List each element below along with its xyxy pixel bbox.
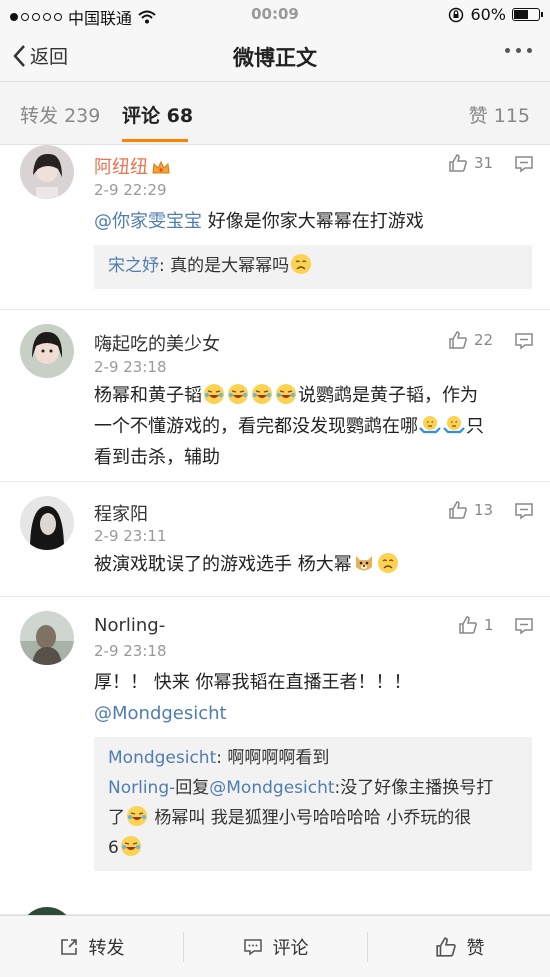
laugh-cry-icon <box>252 384 272 404</box>
mention-link[interactable]: @你家雯宝宝 <box>94 211 202 232</box>
thumbs-up-icon <box>459 616 477 634</box>
laugh-cry-icon <box>228 384 248 404</box>
mention-link[interactable]: @Mondgesicht <box>94 703 227 724</box>
share-icon <box>60 939 77 955</box>
page-title: 微博正文 <box>233 46 317 70</box>
commenter-name[interactable]: 程家阳 <box>94 500 148 526</box>
tab-like-count: 115 <box>493 105 530 127</box>
comment-text: @你家雯宝宝 好像是你家大幂幂在打游戏 <box>94 211 424 232</box>
rotation-lock-icon <box>449 7 464 22</box>
repost-button[interactable]: 转发 <box>0 916 183 977</box>
reply-user-link[interactable]: 宋之妤 <box>108 256 159 276</box>
battery-percent: 60% <box>470 5 506 24</box>
comment-item: 程家阳 2-9 23:11 13 被演戏耽误了的游戏选手 杨大幂 <box>0 482 550 597</box>
like-count: 31 <box>474 154 494 172</box>
shrug-icon <box>443 416 465 434</box>
like-button[interactable]: 13 <box>448 500 493 520</box>
laugh-cry-icon <box>120 836 141 856</box>
tab-comment-label: 评论 <box>122 105 161 127</box>
comment-label: 评论 <box>272 938 309 959</box>
tab-repost-label: 转发 <box>20 105 59 127</box>
thumbs-up-icon <box>449 501 467 519</box>
laugh-cry-icon <box>276 384 296 404</box>
comment-item: 阿纽纽 2-9 22:29 31 @你家雯宝宝 好像是你家大幂幂在打游戏 宋之妤… <box>0 145 550 310</box>
like-label: 赞 <box>466 938 485 959</box>
thumbs-up-icon <box>449 154 467 172</box>
status-bar: 中国联通 00:09 60% <box>0 0 550 30</box>
tab-like[interactable]: 赞 115 <box>469 101 530 128</box>
like-button[interactable]: 1 <box>458 615 494 635</box>
comment-item: 嗨起吃的美少女 2-9 23:18 22 杨幂和黄子韬 说鹦鹉是黄子韬，作为 一个… <box>0 310 550 482</box>
comment-button[interactable]: 评论 <box>184 916 367 977</box>
reply-icon[interactable] <box>514 502 534 520</box>
comment-time: 2-9 23:11 <box>94 527 167 545</box>
sad-face-icon <box>377 553 398 573</box>
commenter-name[interactable]: Norling- <box>94 615 165 636</box>
like-action-button[interactable]: 赞 <box>368 916 550 977</box>
repost-label: 转发 <box>88 938 125 959</box>
avatar[interactable] <box>20 611 74 665</box>
bottom-action-bar: 转发 评论 赞 <box>0 915 550 977</box>
tab-repost-count: 239 <box>64 105 101 127</box>
comment-icon <box>243 939 262 956</box>
reply-icon[interactable] <box>514 617 534 635</box>
comment-time: 2-9 23:18 <box>94 642 167 660</box>
comment-time: 2-9 23:18 <box>94 358 167 376</box>
reply-icon[interactable] <box>514 155 534 173</box>
like-count: 22 <box>474 331 494 349</box>
nav-bar: 返回 微博正文 <box>0 30 550 82</box>
like-count: 13 <box>474 501 494 519</box>
avatar[interactable] <box>20 145 74 199</box>
battery-icon <box>512 8 543 21</box>
doge-icon <box>355 556 372 571</box>
commenter-name[interactable]: 阿纽纽 <box>94 153 170 179</box>
comment-text: 杨幂和黄子韬 说鹦鹉是黄子韬，作为 一个不懂游戏的，看完都没发现鹦鹉在哪只 看到击… <box>94 384 484 468</box>
tab-comment-count: 68 <box>166 105 194 127</box>
tab-repost[interactable]: 转发 239 <box>20 101 100 128</box>
reply-mention-link[interactable]: @Mondgesicht <box>209 778 334 798</box>
tab-comment[interactable]: 评论 68 <box>122 101 193 128</box>
reply-box[interactable]: 宋之妤: 真的是大幂幂吗 <box>94 245 532 289</box>
reply-user-link[interactable]: Mondgesicht <box>108 748 216 768</box>
comment-time: 2-9 22:29 <box>94 181 167 199</box>
reply-icon[interactable] <box>514 332 534 350</box>
comment-item: Norling- 2-9 23:18 1 厚！！ 快来 你幂我韬在直播王者！！！… <box>0 597 550 915</box>
vip-crown-icon <box>152 161 170 174</box>
sad-face-icon <box>291 254 312 274</box>
shrug-icon <box>419 416 441 434</box>
thumbs-up-icon <box>435 937 456 957</box>
commenter-name[interactable]: 嗨起吃的美少女 <box>94 330 220 356</box>
comment-text: 被演戏耽误了的游戏选手 杨大幂 <box>94 549 534 580</box>
active-tab-indicator <box>122 139 188 142</box>
like-button[interactable]: 22 <box>448 330 493 350</box>
laugh-cry-icon <box>127 806 147 826</box>
reply-box[interactable]: Mondgesicht: 啊啊啊啊看到 Norling-回复@Mondgesic… <box>94 737 532 871</box>
avatar[interactable] <box>20 324 74 378</box>
avatar[interactable] <box>20 496 74 550</box>
more-menu-icon[interactable] <box>505 48 532 53</box>
tab-like-label: 赞 <box>468 105 488 127</box>
laugh-cry-icon <box>204 384 224 404</box>
like-button[interactable]: 31 <box>448 153 493 173</box>
comment-list[interactable]: 阿纽纽 2-9 22:29 31 @你家雯宝宝 好像是你家大幂幂在打游戏 宋之妤… <box>0 145 550 915</box>
thumbs-up-icon <box>449 331 467 349</box>
like-count: 1 <box>484 616 494 634</box>
comment-text: 厚！！ 快来 你幂我韬在直播王者！！！ @Mondgesicht <box>94 672 412 724</box>
tab-bar: 转发 239 评论 68 赞 115 <box>0 83 550 145</box>
reply-user-link[interactable]: Norling- <box>108 778 175 798</box>
status-right: 60% <box>448 5 543 24</box>
